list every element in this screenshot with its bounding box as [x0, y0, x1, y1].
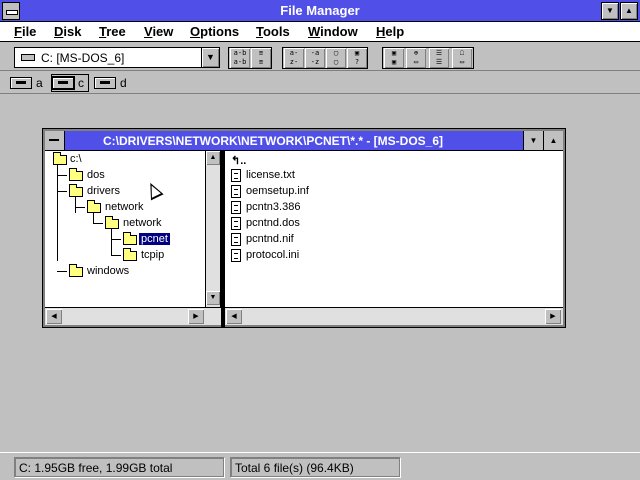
drive-c-label: c — [78, 76, 84, 90]
scroll-left-icon[interactable]: ◀ — [226, 309, 242, 324]
child-maximize-button[interactable]: ▲ — [543, 131, 563, 150]
drive-select-value: C: [MS-DOS_6] — [41, 51, 125, 65]
stop-sharing-icon[interactable]: ☖ ▭ — [452, 48, 472, 68]
text-file-icon — [231, 185, 241, 198]
open-folder-icon — [123, 232, 137, 245]
tree-horizontal-scrollbar[interactable]: ◀ ▶ — [45, 307, 221, 325]
dropdown-arrow-icon[interactable]: ▼ — [201, 48, 219, 67]
menu-disk[interactable]: Disk — [54, 24, 81, 39]
parent-directory-label: .. — [240, 155, 247, 167]
hard-disk-drive-icon — [51, 76, 75, 90]
directory-only-icon[interactable]: ≡ ≡ — [251, 48, 271, 68]
file-name: pcntn3.386 — [246, 201, 301, 213]
file-count-status: Total 6 file(s) (96.4KB) — [230, 457, 400, 477]
disk-status: C: 1.95GB free, 1.99GB total — [14, 457, 224, 477]
scroll-left-icon[interactable]: ◀ — [46, 309, 62, 324]
drive-d[interactable]: d — [94, 75, 130, 91]
network-button-group: ▣ ▣ ⊕ ▭ ☰ ☰ ☖ ▭ — [382, 47, 474, 69]
tree-item-root[interactable]: c:\ — [70, 153, 82, 165]
menu-file[interactable]: File — [14, 24, 36, 39]
text-file-icon — [231, 249, 241, 262]
tree-item-drivers[interactable]: drivers — [87, 185, 120, 197]
directory-window-title-bar[interactable]: C:\DRIVERS\NETWORK\NETWORK\PCNET\*.* - [… — [45, 131, 563, 151]
view-button-group: a-b a-b ≡ ≡ — [228, 47, 272, 69]
sort-by-size-icon[interactable]: ▢ ▢ — [326, 48, 346, 68]
floppy-drive-icon — [10, 77, 32, 89]
sort-by-name-icon[interactable]: a-z- — [284, 48, 304, 68]
tree-and-directory-icon[interactable]: a-b a-b — [230, 48, 250, 68]
folder-icon — [69, 184, 83, 197]
file-name: license.txt — [246, 169, 295, 181]
tree-item-tcpip[interactable]: tcpip — [141, 249, 164, 261]
sort-by-type-icon[interactable]: -a -z — [305, 48, 325, 68]
drive-c[interactable]: c — [51, 74, 89, 92]
text-file-icon — [231, 169, 241, 182]
menu-view[interactable]: View — [144, 24, 173, 39]
sort-by-date-icon[interactable]: ▣? — [347, 48, 367, 68]
menu-tools[interactable]: Tools — [256, 24, 290, 39]
menu-window[interactable]: Window — [308, 24, 358, 39]
toolbar: C: [MS-DOS_6] ▼ a-b a-b ≡ ≡ a-z- -a -z ▢ ▢ ▣… — [0, 43, 640, 71]
child-minimize-button[interactable]: ▼ — [523, 131, 543, 150]
file-item[interactable]: pcntn3.386 — [231, 200, 317, 216]
scroll-down-icon[interactable]: ▼ — [206, 291, 220, 305]
folder-icon — [53, 152, 67, 165]
file-list[interactable]: ↰.. license.txt oemsetup.inf pcntn3.386 … — [225, 151, 563, 307]
file-item[interactable]: license.txt — [231, 168, 311, 184]
menu-help[interactable]: Help — [376, 24, 404, 39]
text-file-icon — [231, 201, 241, 214]
scroll-right-icon[interactable]: ▶ — [188, 309, 204, 324]
folder-icon — [105, 216, 119, 229]
tree-vertical-scrollbar[interactable]: ▲ ▼ — [205, 151, 221, 307]
scroll-right-icon[interactable]: ▶ — [545, 309, 561, 324]
folder-icon — [123, 248, 137, 261]
maximize-button[interactable]: ▲ — [620, 2, 638, 20]
tree-item-network-sub[interactable]: network — [123, 217, 162, 229]
drive-bar: a c d — [0, 72, 640, 94]
file-item[interactable]: pcntnd.nif — [231, 232, 311, 248]
disconnect-network-drive-icon[interactable]: ⊕ ▭ — [406, 48, 426, 68]
menu-bar: File Disk Tree View Options Tools Window… — [0, 22, 640, 42]
drive-d-label: d — [120, 76, 127, 90]
directory-window: C:\DRIVERS\NETWORK\NETWORK\PCNET\*.* - [… — [42, 128, 566, 328]
drive-a[interactable]: a — [10, 75, 44, 91]
parent-directory-icon[interactable]: ↰.. — [231, 154, 246, 167]
minimize-button[interactable]: ▼ — [601, 2, 619, 20]
mdi-workspace: C:\DRIVERS\NETWORK\NETWORK\PCNET\*.* - [… — [0, 95, 640, 452]
folder-icon — [69, 168, 83, 181]
text-file-icon — [231, 233, 241, 246]
menu-options[interactable]: Options — [190, 24, 239, 39]
child-system-menu-button[interactable] — [45, 131, 65, 150]
file-item[interactable]: pcntnd.dos — [231, 216, 317, 232]
directory-window-title: C:\DRIVERS\NETWORK\NETWORK\PCNET\*.* - [… — [103, 134, 444, 148]
file-item[interactable]: oemsetup.inf — [231, 184, 321, 200]
tree-item-windows[interactable]: windows — [87, 265, 129, 277]
menu-tree[interactable]: Tree — [99, 24, 126, 39]
directory-tree[interactable]: c:\ dos drivers network network pcnet tc… — [45, 151, 205, 307]
sort-button-group: a-z- -a -z ▢ ▢ ▣? — [282, 47, 368, 69]
cd-rom-drive-icon — [94, 77, 116, 89]
drive-a-label: a — [36, 76, 43, 90]
file-name: pcntnd.dos — [246, 217, 300, 229]
app-title-bar: File Manager ▼ ▲ — [0, 0, 640, 22]
files-horizontal-scrollbar[interactable]: ◀ ▶ — [225, 307, 563, 325]
text-file-icon — [231, 217, 241, 230]
drive-select[interactable]: C: [MS-DOS_6] ▼ — [14, 47, 220, 68]
tree-item-dos[interactable]: dos — [87, 169, 105, 181]
folder-icon — [87, 200, 101, 213]
scroll-up-icon[interactable]: ▲ — [206, 151, 220, 165]
status-bar: C: 1.95GB free, 1.99GB total Total 6 fil… — [0, 452, 640, 480]
file-item[interactable]: protocol.ini — [231, 248, 311, 264]
file-name: pcntnd.nif — [246, 233, 294, 245]
folder-icon — [69, 264, 83, 277]
connect-network-drive-icon[interactable]: ▣ ▣ — [384, 48, 404, 68]
file-name: oemsetup.inf — [246, 185, 309, 197]
file-name: protocol.ini — [246, 249, 300, 261]
share-as-icon[interactable]: ☰ ☰ — [429, 48, 449, 68]
app-title: File Manager — [280, 3, 360, 18]
hard-disk-icon — [21, 54, 35, 61]
tree-item-network[interactable]: network — [105, 201, 144, 213]
tree-item-pcnet[interactable]: pcnet — [139, 233, 170, 245]
